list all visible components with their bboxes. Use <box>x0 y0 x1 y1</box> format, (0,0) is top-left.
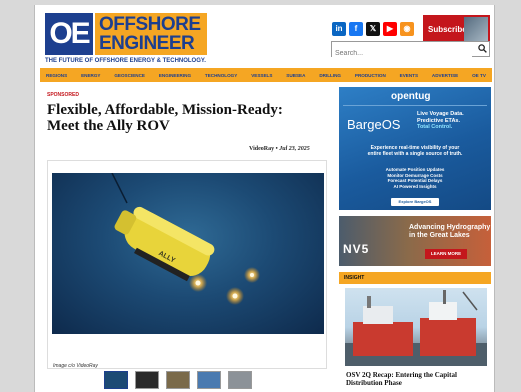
publish-date: Jul 23, 2025 <box>279 146 310 152</box>
author-link[interactable]: VideoRay <box>249 146 274 152</box>
page: OE OFFSHORE ENGINEER THE FUTURE OF OFFSH… <box>34 5 495 392</box>
nav-item-geoscience[interactable]: GEOSCIENCE <box>114 73 145 78</box>
image-credit: Image c/o VideoRay <box>53 363 98 369</box>
magazine-cover-image <box>464 17 488 41</box>
nav-item-regions[interactable]: REGIONS <box>46 73 67 78</box>
nav-item-events[interactable]: EVENTS <box>400 73 418 78</box>
nav-item-technology[interactable]: TECHNOLOGY <box>205 73 237 78</box>
search-box <box>331 41 490 61</box>
tagline: THE FUTURE OF OFFSHORE ENERGY & TECHNOLO… <box>45 58 206 64</box>
nav-item-oe-tv[interactable]: OE TV <box>472 73 486 78</box>
search-input[interactable] <box>332 46 472 61</box>
news-photo-osv[interactable] <box>345 288 487 366</box>
learn-more-button[interactable]: LEARN MORE <box>425 249 467 259</box>
opentug-bargeos-ad[interactable]: opentug BargeOS Live Voyage Data. Predic… <box>339 87 491 210</box>
article-title: Flexible, Affordable, Mission-Ready: Mee… <box>47 102 283 134</box>
logo-mark: OE <box>45 13 93 55</box>
ad-feature-item: AI Powered Insights <box>393 183 437 189</box>
facebook-icon[interactable]: f <box>349 22 363 36</box>
section-label-insight: INSIGHT <box>339 272 491 284</box>
news-headline-link[interactable]: OSV 2Q Recap: Entering the Capital Distr… <box>346 371 492 387</box>
gallery-thumbnail[interactable] <box>104 371 128 389</box>
rss-icon[interactable]: ◉ <box>400 22 414 36</box>
nv5-logo: NV5 <box>343 242 370 256</box>
explore-bargeos-button[interactable]: Explore BargeOS <box>391 198 439 206</box>
ad-pitch: Live Voyage Data. Predictive ETAs. Total… <box>417 111 464 130</box>
nav-item-production[interactable]: PRODUCTION <box>355 73 386 78</box>
ad2-headline: Advancing Hydrography in the Great Lakes <box>409 224 491 239</box>
gallery-thumbnail[interactable] <box>135 371 159 389</box>
nav-item-engineering[interactable]: ENGINEERING <box>159 73 191 78</box>
search-icon[interactable] <box>478 44 487 55</box>
nv5-hydrography-ad[interactable]: NV5 Advancing Hydrography in the Great L… <box>339 216 491 266</box>
opentug-logo: opentug <box>391 91 431 102</box>
ad-feature-list: Automate Position Updates Monitor Demurra… <box>343 167 487 189</box>
byline: VideoRay • Jul 23, 2025 <box>249 146 310 152</box>
article-image-gallery: ALLY Image c/o VideoRay <box>47 160 327 369</box>
nav-item-subsea[interactable]: SUBSEA <box>286 73 305 78</box>
youtube-icon[interactable]: ▶ <box>383 22 397 36</box>
nav-item-advertise[interactable]: ADVERTISE <box>432 73 458 78</box>
gallery-thumbnail[interactable] <box>197 371 221 389</box>
nav-item-vessels[interactable]: VESSELS <box>251 73 272 78</box>
article-photo-rov[interactable]: ALLY <box>52 173 324 334</box>
subscribe-label: Subscribe <box>428 25 467 34</box>
x-icon[interactable]: 𝕏 <box>366 22 380 36</box>
subscribe-button[interactable]: Subscribe <box>423 15 490 43</box>
logo-line-1: OFFSHORE <box>99 14 201 35</box>
social-links: in f 𝕏 ▶ ◉ <box>332 22 414 36</box>
gallery-thumbnails <box>104 371 252 389</box>
site-logo[interactable]: OE OFFSHORE ENGINEER <box>45 13 207 55</box>
nav-item-drilling[interactable]: DRILLING <box>319 73 341 78</box>
sponsored-badge: SPONSORED <box>47 92 79 98</box>
nav-item-energy[interactable]: ENERGY <box>81 73 100 78</box>
logo-line-2: ENGINEER <box>99 33 195 54</box>
bargeos-title: BargeOS <box>347 117 401 132</box>
main-nav: REGIONS ENERGY GEOSCIENCE ENGINEERING TECHNO… <box>40 68 492 82</box>
ad-subtext: Experience real-time visibility of your … <box>367 145 463 157</box>
gallery-thumbnail[interactable] <box>228 371 252 389</box>
gallery-thumbnail[interactable] <box>166 371 190 389</box>
linkedin-icon[interactable]: in <box>332 22 346 36</box>
